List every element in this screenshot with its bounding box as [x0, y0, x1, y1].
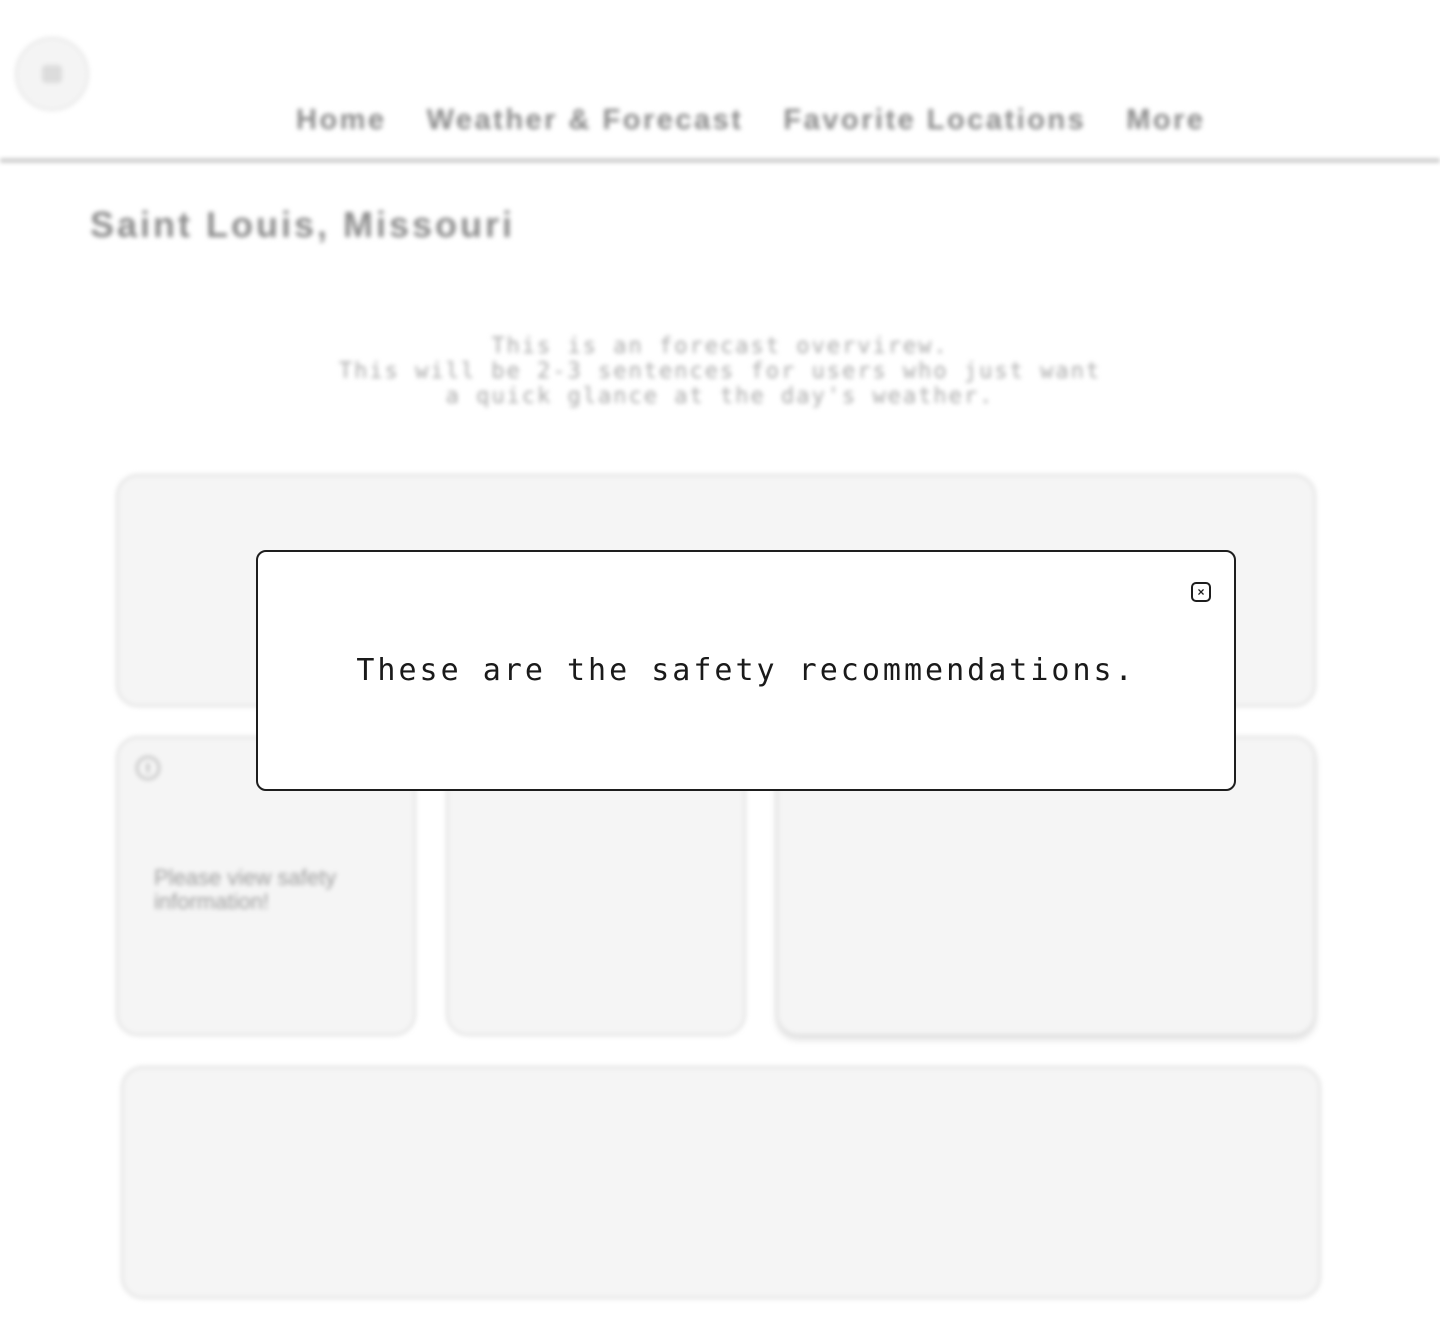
safety-modal: × These are the safety recommendations.	[256, 550, 1236, 791]
nav-home[interactable]: Home	[296, 104, 387, 137]
close-button[interactable]: ×	[1191, 582, 1211, 602]
overview-line-1: This is an forecast overvirew.	[491, 334, 949, 359]
nav-divider	[0, 159, 1440, 162]
overview-line-3: a quick glance at the day's weather.	[445, 384, 995, 409]
logo[interactable]	[15, 37, 89, 111]
logo-icon	[42, 65, 62, 83]
nav-favorite-locations[interactable]: Favorite Locations	[783, 104, 1086, 137]
safety-card-text: Please view safety information!	[154, 865, 337, 914]
page-title: Saint Louis, Missouri	[90, 204, 516, 245]
page: Home Weather & Forecast Favorite Locatio…	[0, 0, 1440, 1341]
nav-more[interactable]: More	[1126, 104, 1205, 137]
close-icon: ×	[1197, 585, 1205, 599]
forecast-card-bottom	[121, 1066, 1321, 1299]
modal-message: These are the safety recommendations.	[356, 653, 1136, 688]
forecast-overview: This is an forecast overvirew. This will…	[300, 334, 1140, 409]
alert-icon: !	[136, 756, 160, 780]
nav-weather-forecast[interactable]: Weather & Forecast	[427, 104, 744, 137]
overview-line-2: This will be 2-3 sentences for users who…	[338, 359, 1102, 384]
main-nav: Home Weather & Forecast Favorite Locatio…	[296, 104, 1206, 137]
